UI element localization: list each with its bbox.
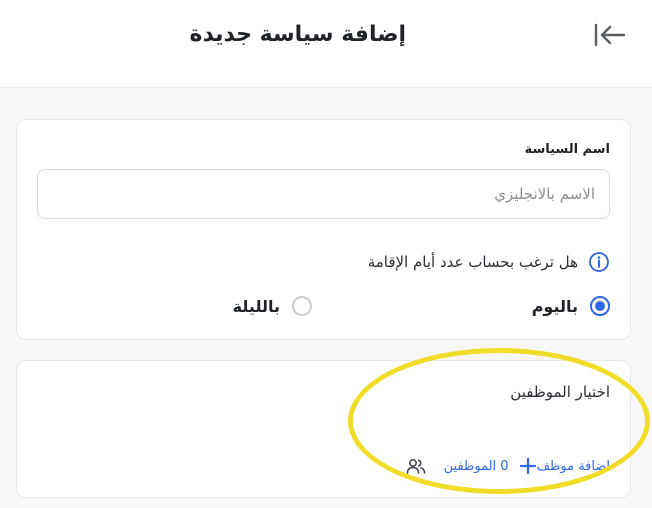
page-title: إضافة سياسة جديدة — [189, 22, 407, 47]
users-icon — [406, 457, 426, 475]
question-text: هل ترغب بحساب عدد أيام الإقامة — [367, 253, 578, 271]
radio-button-selected[interactable] — [590, 296, 610, 316]
radio-option-daily[interactable]: باليوم — [532, 296, 610, 316]
arrow-left-bar-icon — [594, 23, 626, 51]
employees-card: اختيار الموظفين 0 الموظفين اضافة موظف — [16, 360, 631, 498]
radio-option-nightly[interactable]: بالليلة — [233, 296, 312, 316]
radio-label-daily: باليوم — [531, 296, 578, 316]
header: إضافة سياسة جديدة — [0, 0, 652, 88]
add-employee-button[interactable]: اضافة موظف — [537, 459, 610, 474]
back-button[interactable] — [592, 22, 628, 52]
radio-label-nightly: بالليلة — [232, 296, 280, 316]
plus-icon[interactable] — [519, 457, 537, 475]
policy-card: اسم السياسة هل ترغب بحساب عدد أيام الإقا… — [16, 119, 631, 340]
employees-title: اختيار الموظفين — [510, 383, 610, 401]
radio-button-unselected[interactable] — [292, 296, 312, 316]
employees-footer: 0 الموظفين اضافة موظف — [394, 457, 610, 475]
employees-count[interactable]: 0 الموظفين — [444, 459, 509, 474]
info-icon[interactable] — [588, 251, 610, 273]
policy-name-label: اسم السياسة — [524, 142, 610, 157]
policy-name-input[interactable] — [37, 169, 610, 219]
stay-days-question: هل ترغب بحساب عدد أيام الإقامة — [368, 251, 610, 273]
